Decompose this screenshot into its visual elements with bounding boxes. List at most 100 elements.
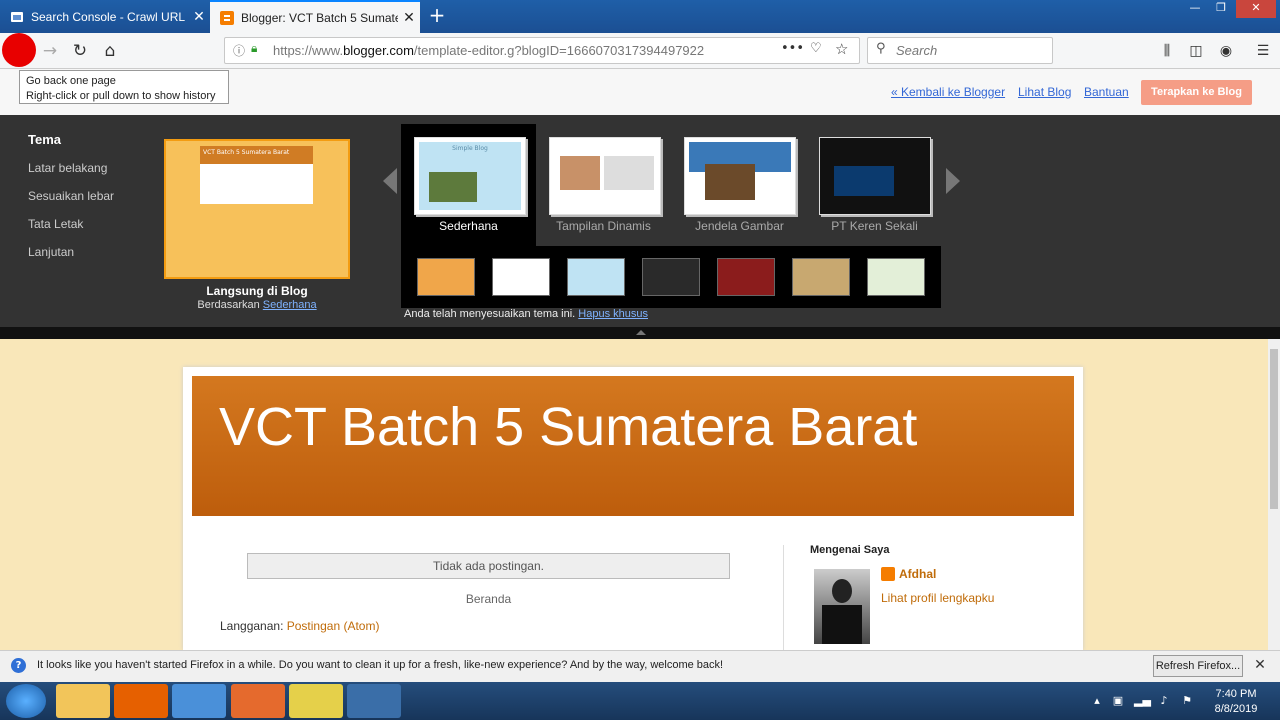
window-close-button[interactable]: ✕ [1236, 0, 1276, 18]
firefox-icon[interactable] [114, 684, 168, 718]
preview-scrollbar[interactable] [1268, 339, 1280, 650]
search-icon: ⚲ [876, 41, 886, 56]
close-icon[interactable]: ✕ [1252, 657, 1268, 673]
library-icon[interactable]: ⫼ [1157, 41, 1177, 61]
theme-next-arrow[interactable] [946, 168, 960, 194]
variant-thumb[interactable] [717, 258, 775, 296]
reload-icon[interactable]: ↻ [68, 39, 92, 63]
chrome-icon[interactable] [172, 684, 226, 718]
tray-expand-icon[interactable]: ▴ [1090, 694, 1104, 708]
customized-note: Anda telah menyesuaikan tema ini. Hapus … [404, 308, 648, 320]
column-divider [783, 545, 784, 650]
volume-icon[interactable]: ♪ [1157, 694, 1171, 708]
refresh-firefox-button[interactable]: Refresh Firefox... [1153, 655, 1243, 677]
home-icon[interactable]: ⌂ [98, 39, 122, 63]
file-explorer-icon[interactable] [56, 684, 110, 718]
view-blog-link[interactable]: Lihat Blog [1018, 85, 1071, 99]
info-icon[interactable]: ⓘ [233, 42, 245, 59]
variant-thumb[interactable] [567, 258, 625, 296]
start-button[interactable] [6, 684, 46, 718]
sidebar-item-tema[interactable]: Tema [28, 132, 61, 147]
live-thumb-title: VCT Batch 5 Sumatera Barat [200, 146, 313, 164]
author-name[interactable]: Afdhal [899, 567, 936, 581]
theme-thumb-image [429, 172, 477, 202]
tray-app-icon[interactable]: ▣ [1111, 694, 1125, 708]
back-to-blogger-link[interactable]: « Kembali ke Blogger [891, 85, 1005, 99]
blog-title[interactable]: VCT Batch 5 Sumatera Barat [219, 396, 917, 458]
theme-card-pt-keren-sekali[interactable] [819, 137, 931, 215]
variant-thumb[interactable] [492, 258, 550, 296]
variant-thumb[interactable] [417, 258, 475, 296]
collapse-arrow-icon[interactable] [636, 330, 646, 335]
search-input[interactable]: ⚲ Search [867, 37, 1053, 64]
url-path: /template-editor.g?blogID=16660703173944… [413, 43, 705, 58]
tab-title: Blogger: VCT Batch 5 Sumatera [241, 10, 398, 25]
based-prefix: Berdasarkan [197, 299, 260, 311]
help-link[interactable]: Bantuan [1084, 85, 1129, 99]
new-tab-button[interactable]: + [426, 4, 448, 28]
app-icon[interactable] [289, 684, 343, 718]
theme-thumb-image [560, 156, 600, 190]
forward-button[interactable]: → [38, 39, 62, 63]
notification-text: It looks like you haven't started Firefo… [37, 659, 724, 671]
pocket-icon[interactable]: ♡ [810, 41, 822, 56]
page-actions-icon[interactable]: ••• [781, 41, 804, 56]
theme-prev-arrow[interactable] [383, 168, 397, 194]
home-link[interactable]: Beranda [247, 592, 730, 606]
clock-date: 8/8/2019 [1214, 703, 1258, 715]
tooltip-line: Right-click or pull down to show history [26, 90, 216, 102]
clock-time: 7:40 PM [1215, 688, 1257, 700]
subscribe-link[interactable]: Postingan (Atom) [287, 619, 380, 633]
lock-icon: 🔒︎ [251, 41, 258, 55]
blogger-icon [220, 10, 234, 25]
account-icon[interactable]: ◉ [1216, 41, 1236, 61]
taskbar-clock[interactable]: 7:40 PM 8/8/2019 [1203, 687, 1269, 717]
back-tooltip: Go back one page Right-click or pull dow… [19, 70, 229, 104]
variant-thumb[interactable] [867, 258, 925, 296]
url-prefix: https://www. [273, 43, 344, 58]
menu-icon[interactable]: ☰ [1253, 41, 1273, 61]
tab-blogger[interactable]: Blogger: VCT Batch 5 Sumatera ✕ [210, 0, 420, 33]
url-domain: blogger.com [343, 43, 414, 58]
search-placeholder: Search [896, 43, 938, 58]
bookmark-star-icon[interactable]: ☆ [835, 40, 848, 58]
variant-thumb[interactable] [792, 258, 850, 296]
network-icon[interactable]: ▂▄ [1134, 694, 1151, 708]
variant-thumb[interactable] [642, 258, 700, 296]
url-text: https://www.blogger.com/template-editor.… [273, 43, 704, 58]
theme-label: Jendela Gambar [695, 219, 784, 233]
maximize-button[interactable]: ❐ [1208, 0, 1234, 18]
sidebar-toggle-icon[interactable]: ◫ [1186, 41, 1206, 61]
scrollbar-thumb[interactable] [1270, 349, 1278, 509]
info-icon: ? [11, 658, 26, 673]
based-theme-link[interactable]: Sederhana [263, 299, 317, 311]
flag-icon[interactable]: ⚑ [1180, 694, 1194, 708]
theme-card-tampilan-dinamis[interactable] [549, 137, 661, 215]
theme-thumb-title: Simple Blog [452, 145, 488, 152]
remove-custom-link[interactable]: Hapus khusus [578, 308, 648, 320]
subscribe-line: Langganan: Postingan (Atom) [220, 619, 379, 633]
tab-title: Search Console - Crawl URL [31, 9, 186, 24]
theme-card-sederhana[interactable]: Simple Blog [414, 137, 526, 215]
theme-card-jendela-gambar[interactable] [684, 137, 796, 215]
sidebar-item-latar-belakang[interactable]: Latar belakang [28, 161, 107, 175]
app-icon[interactable] [347, 684, 401, 718]
back-button[interactable] [2, 33, 36, 67]
apply-to-blog-button[interactable]: Terapkan ke Blog [1141, 80, 1252, 105]
sidebar-item-lanjutan[interactable]: Lanjutan [28, 245, 74, 259]
panel-divider[interactable] [0, 327, 1280, 339]
avatar-body [822, 605, 862, 644]
sidebar-item-sesuaikan-lebar[interactable]: Sesuaikan lebar [28, 189, 114, 203]
minimize-button[interactable]: — [1182, 0, 1208, 18]
sidebar-item-tata-letak[interactable]: Tata Letak [28, 217, 83, 231]
search-console-icon [10, 10, 24, 24]
tab-search-console[interactable]: Search Console - Crawl URL ✕ [0, 0, 210, 33]
live-theme-title: Langsung di Blog [206, 284, 308, 298]
theme-label: PT Keren Sekali [831, 219, 918, 233]
full-profile-link[interactable]: Lihat profil lengkapku [881, 591, 994, 605]
url-bar[interactable]: ⓘ 🔒︎ https://www.blogger.com/template-ed… [224, 37, 860, 64]
tab-close-icon[interactable]: ✕ [188, 8, 210, 25]
theme-thumb-image [834, 166, 894, 196]
tab-close-icon[interactable]: ✕ [398, 9, 420, 26]
app-icon[interactable] [231, 684, 285, 718]
